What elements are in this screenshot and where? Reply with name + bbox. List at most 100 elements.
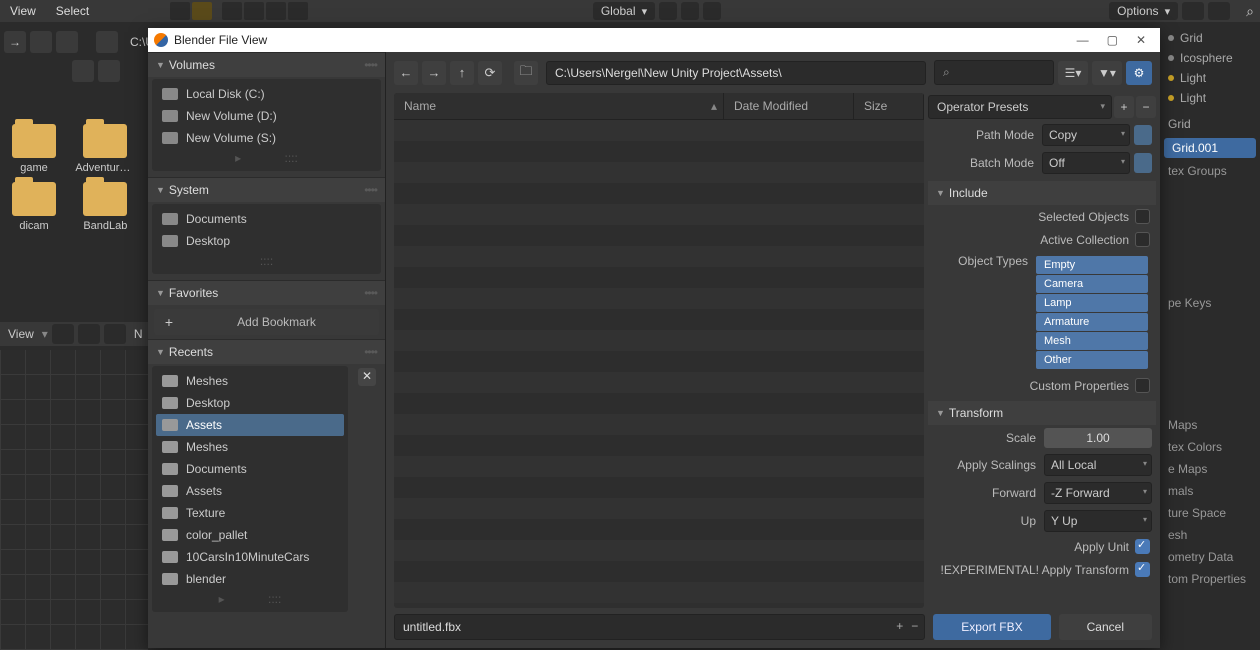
new-folder-icon[interactable]: [96, 31, 118, 53]
panel-volumes-head[interactable]: ▼Volumes••••: [148, 52, 385, 77]
apply-unit-checkbox[interactable]: [1135, 539, 1150, 554]
close-icon[interactable]: ✕: [1136, 33, 1146, 47]
filter-icon[interactable]: [98, 60, 120, 82]
custom-props-checkbox[interactable]: [1135, 378, 1150, 393]
back-icon[interactable]: →: [4, 31, 26, 53]
window-title: Blender File View: [174, 33, 267, 47]
batch-mode-select[interactable]: Off▾: [1042, 152, 1130, 174]
new-folder-button[interactable]: 🗀: [514, 61, 538, 85]
cancel-button[interactable]: Cancel: [1059, 614, 1152, 640]
col-size[interactable]: Size: [854, 93, 924, 119]
options-dropdown[interactable]: Options ▾: [1109, 2, 1178, 20]
object-type-item[interactable]: Mesh: [1036, 332, 1148, 350]
menu-view[interactable]: View: [0, 4, 46, 18]
volume-item[interactable]: Local Disk (C:): [156, 83, 377, 105]
recent-item[interactable]: Documents: [156, 458, 344, 480]
recent-item[interactable]: Meshes: [156, 436, 344, 458]
outliner-item-selected[interactable]: Grid.001: [1164, 138, 1256, 158]
filter-button[interactable]: ▼▾: [1092, 61, 1122, 85]
recent-item[interactable]: Assets: [156, 480, 344, 502]
path-input[interactable]: C:\Users\Nergel\New Unity Project\Assets…: [546, 61, 926, 85]
bg-lower-header: View▾ N: [0, 322, 150, 346]
bg-tool-icons: [170, 0, 308, 22]
outliner-item[interactable]: Light: [1160, 68, 1260, 88]
panel-recents-head[interactable]: ▼Recents••••: [148, 339, 385, 364]
recent-item[interactable]: Texture: [156, 502, 344, 524]
folder-thumb[interactable]: Adventure_Jel...: [75, 124, 135, 174]
thumb-view-icon[interactable]: [72, 60, 94, 82]
outliner-item[interactable]: Icosphere: [1160, 48, 1260, 68]
search-icon[interactable]: ⌕: [1246, 3, 1254, 20]
section-include[interactable]: ▼Include: [928, 181, 1156, 205]
display-mode-button[interactable]: ☰▾: [1058, 61, 1088, 85]
panel-system-head[interactable]: ▼System••••: [148, 177, 385, 202]
folder-thumb[interactable]: dicam: [4, 182, 64, 232]
export-button[interactable]: Export FBX: [933, 614, 1050, 640]
recent-item[interactable]: blender: [156, 568, 344, 590]
system-item[interactable]: Desktop: [156, 230, 377, 252]
file-rows: [394, 120, 924, 603]
bg-properties: tex Groups pe Keys Maps tex Colors e Map…: [1160, 160, 1260, 590]
filename-input[interactable]: untitled.fbx+−: [394, 614, 925, 640]
outliner-item[interactable]: Light: [1160, 88, 1260, 108]
scale-input[interactable]: 1.00: [1044, 428, 1152, 448]
maximize-icon[interactable]: ▢: [1107, 33, 1118, 47]
object-type-item[interactable]: Empty: [1036, 256, 1148, 274]
menu-select[interactable]: Select: [46, 4, 99, 18]
panel-favorites-head[interactable]: ▼Favorites••••: [148, 280, 385, 305]
up-button[interactable]: ↑: [450, 61, 474, 85]
col-name[interactable]: Name▴: [394, 93, 724, 119]
folder-thumb[interactable]: game: [4, 124, 64, 174]
recent-item[interactable]: Meshes: [156, 370, 344, 392]
forward-button[interactable]: →: [422, 61, 446, 85]
volume-item[interactable]: New Volume (D:): [156, 105, 377, 127]
file-dialog: Blender File View — ▢ ✕ ▼Volumes•••• Loc…: [148, 28, 1160, 648]
refresh-button[interactable]: ⟳: [478, 61, 502, 85]
remove-recent-button[interactable]: ✕: [358, 368, 376, 386]
up-select[interactable]: Y Up▾: [1044, 510, 1152, 532]
bg-top-menu: View Select Global ▾ Options ▾ ⌕: [0, 0, 1260, 22]
decrement-button[interactable]: −: [911, 619, 918, 633]
object-type-item[interactable]: Armature: [1036, 313, 1148, 331]
system-item[interactable]: Documents: [156, 208, 377, 230]
active-collection-label: Active Collection: [1040, 233, 1129, 247]
refresh-icon[interactable]: [56, 31, 78, 53]
object-type-item[interactable]: Camera: [1036, 275, 1148, 293]
folder-thumb[interactable]: BandLab: [75, 182, 135, 232]
recent-item[interactable]: Desktop: [156, 392, 344, 414]
menu-view-lower[interactable]: View: [4, 327, 38, 341]
file-list[interactable]: Name▴ Date Modified Size: [394, 93, 924, 608]
preset-remove-button[interactable]: −: [1136, 96, 1156, 118]
minimize-icon[interactable]: —: [1077, 33, 1089, 47]
path-mode-select[interactable]: Copy▾: [1042, 124, 1130, 146]
outliner-item[interactable]: Grid: [1160, 28, 1260, 48]
export-options: Operator Presets▾ + − Path Mode Copy▾ Ba…: [928, 93, 1156, 608]
operator-presets-select[interactable]: Operator Presets▾: [928, 95, 1112, 119]
batch-own-dir-icon[interactable]: [1134, 153, 1152, 173]
up-icon[interactable]: [30, 31, 52, 53]
active-collection-checkbox[interactable]: [1135, 232, 1150, 247]
increment-button[interactable]: +: [896, 619, 903, 633]
apply-transform-checkbox[interactable]: [1135, 562, 1150, 577]
object-type-item[interactable]: Lamp: [1036, 294, 1148, 312]
preset-add-button[interactable]: +: [1114, 96, 1134, 118]
forward-select[interactable]: -Z Forward▾: [1044, 482, 1152, 504]
selected-objects-checkbox[interactable]: [1135, 209, 1150, 224]
search-input[interactable]: ⌕: [934, 60, 1054, 85]
outliner-item[interactable]: Grid: [1160, 114, 1260, 134]
apply-transform-label: !EXPERIMENTAL! Apply Transform: [940, 563, 1129, 577]
apply-scalings-select[interactable]: All Local▾: [1044, 454, 1152, 476]
section-transform[interactable]: ▼Transform: [928, 401, 1156, 425]
object-type-item[interactable]: Other: [1036, 351, 1148, 369]
recent-item-selected[interactable]: Assets: [156, 414, 344, 436]
add-bookmark-button[interactable]: +Add Bookmark: [154, 309, 379, 335]
recent-item[interactable]: color_pallet: [156, 524, 344, 546]
dialog-footer: untitled.fbx+− Export FBX Cancel: [386, 608, 1160, 648]
embed-textures-icon[interactable]: [1134, 125, 1152, 145]
volume-item[interactable]: New Volume (S:): [156, 127, 377, 149]
recent-item[interactable]: 10CarsIn10MinuteCars: [156, 546, 344, 568]
back-button[interactable]: ←: [394, 61, 418, 85]
orientation-dropdown[interactable]: Global ▾: [593, 2, 655, 20]
settings-button[interactable]: ⚙: [1126, 61, 1152, 85]
col-date[interactable]: Date Modified: [724, 93, 854, 119]
